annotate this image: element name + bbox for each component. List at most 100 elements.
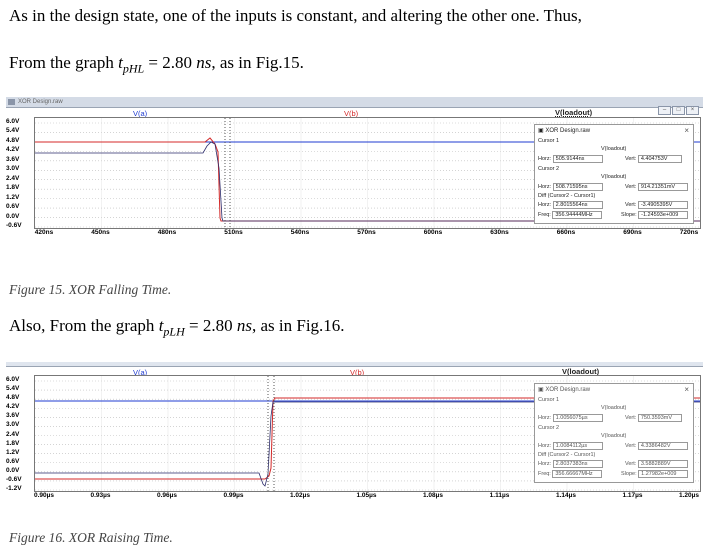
slope-label: Slope:	[621, 471, 637, 477]
y-tick-label: 1.2V	[6, 193, 20, 201]
diff-horz-value[interactable]: 2.8015564ns	[552, 201, 603, 209]
horz-label: Horz:	[538, 415, 552, 421]
x-tick-label: 660ns	[556, 229, 576, 236]
close-icon[interactable]: ×	[684, 385, 689, 394]
vert-label: Vert:	[625, 443, 637, 449]
figure-16-screenshot: V(a) V(b) V(loadout) 6.0V 5.4V 4.8V 4.2V 3.6…	[6, 362, 703, 505]
close-icon[interactable]: ×	[684, 126, 689, 135]
close-icon[interactable]: ×	[686, 106, 699, 115]
x-tick-label: 570ns	[357, 229, 376, 236]
x-tick-label: 510ns	[224, 229, 243, 236]
x-tick-label: 480ns	[157, 229, 177, 236]
y-tick-label: 1.2V	[6, 448, 20, 456]
cursor2-vert-value[interactable]: 4.3386482V	[637, 442, 688, 450]
vert-label: Vert:	[625, 202, 637, 208]
y-tick-label: -0.6V	[6, 475, 22, 483]
y-tick-label: 4.8V	[6, 394, 20, 402]
vert-label: Vert:	[625, 415, 637, 421]
math-sub: pLH	[163, 324, 185, 339]
x-tick-label: 690ns	[623, 229, 642, 236]
paragraph-intro: As in the design state, one of the input…	[9, 6, 582, 25]
horz-label: Horz:	[538, 156, 552, 162]
vert-label: Vert:	[625, 184, 637, 190]
cursor1-vert-value[interactable]: 750.3593mV	[637, 414, 682, 422]
freq-value[interactable]: 356.66667MHz	[552, 470, 603, 478]
x-tick-label: 720ns	[679, 229, 699, 236]
caption-figure-15: Figure 15. XOR Falling Time.	[9, 282, 172, 297]
trace-label-vloadout[interactable]: V(loadout)	[555, 108, 592, 117]
text-suffix: , as in Fig.15.	[211, 53, 304, 72]
cursor-panel-15: ▣ XOR Design.raw × Cursor 1 V(loadout) H…	[534, 124, 694, 224]
y-tick-label: 5.4V	[6, 385, 20, 393]
x-tick-label: 600ns	[423, 229, 443, 236]
y-tick-label: 5.4V	[6, 127, 20, 135]
x-tick-label: 1.20µs	[678, 492, 700, 499]
y-tick-label: 2.4V	[6, 430, 20, 438]
y-tick-label: 1.8V	[6, 184, 20, 192]
freq-value[interactable]: 356.94444MHz	[552, 211, 603, 219]
cursor1-vert-value[interactable]: 4.404753V	[637, 155, 682, 163]
slope-label: Slope:	[621, 212, 637, 218]
y-tick-label: -1.2V	[6, 485, 22, 492]
y-tick-label: 6.0V	[6, 118, 20, 125]
freq-label: Freq:	[538, 471, 551, 477]
cursor1-trace: V(loadout)	[601, 146, 627, 152]
slope-value[interactable]: 1.27982e+009	[638, 470, 689, 478]
maximize-icon[interactable]: □	[672, 106, 685, 115]
y-tick-label: 3.6V	[6, 412, 20, 420]
y-tick-label: 4.2V	[6, 146, 20, 154]
vert-label: Vert:	[625, 461, 637, 467]
y-tick-label: -0.6V	[6, 222, 22, 229]
horz-label: Horz:	[538, 202, 552, 208]
cursor1-trace: V(loadout)	[601, 405, 627, 411]
cursor2-label: Cursor 2	[538, 425, 560, 431]
y-tick-label: 0.0V	[6, 212, 20, 220]
x-tick-label: 450ns	[91, 229, 110, 236]
y-tick-label: 4.2V	[6, 403, 20, 411]
text-prefix: From the graph	[9, 53, 119, 72]
x-tick-label: 1.11µs	[489, 492, 510, 499]
y-tick-label: 4.8V	[6, 136, 20, 144]
x-tick-label: 0.96µs	[156, 492, 178, 499]
text-prefix: Also, From the graph	[9, 316, 159, 335]
slope-value[interactable]: -1.24593e+009	[638, 211, 689, 219]
diff-horz-value[interactable]: 2.8037383ns	[552, 460, 603, 468]
paragraph-tphl: From the graph tpHL = 2.80 ns, as in Fig…	[9, 53, 304, 76]
x-tick-label: 1.17µs	[622, 492, 643, 499]
diff-label: Diff (Cursor2 - Cursor1)	[538, 452, 596, 458]
cursor1-horz-value[interactable]: 505.9144ns	[552, 155, 603, 163]
cursor1-horz-value[interactable]: 1.0056075µs	[552, 414, 603, 422]
figure-15-screenshot: XOR Design.raw – □ × V(a) V(b) V(loadout) …	[6, 97, 703, 242]
y-tick-label: 1.8V	[6, 439, 20, 447]
cursor2-horz-value[interactable]: 508.71595ns	[552, 183, 603, 191]
x-tick-label: 540ns	[290, 229, 310, 236]
caption-figure-16: Figure 16. XOR Raising Time.	[9, 530, 173, 545]
cursor-panel-title: ▣ XOR Design.raw	[538, 387, 591, 393]
diff-label: Diff (Cursor2 - Cursor1)	[538, 193, 596, 199]
y-tick-label: 0.6V	[6, 203, 20, 211]
minimize-icon[interactable]: –	[658, 106, 671, 115]
vert-label: Vert:	[625, 156, 637, 162]
y-tick-label: 3.6V	[6, 155, 20, 163]
math-unit: ns	[236, 316, 252, 335]
horz-label: Horz:	[538, 443, 552, 449]
cursor2-vert-value[interactable]: 914.21351mV	[637, 183, 688, 191]
cursor2-label: Cursor 2	[538, 166, 560, 172]
x-tick-label: 1.02µs	[289, 492, 311, 499]
x-tick-label: 0.90µs	[33, 492, 55, 499]
y-tick-label: 3.0V	[6, 165, 20, 173]
horz-label: Horz:	[538, 184, 552, 190]
y-tick-label: 2.4V	[6, 174, 20, 182]
x-tick-label: 420ns	[34, 229, 54, 236]
diff-vert-value[interactable]: -3.4905395V	[637, 201, 688, 209]
freq-label: Freq:	[538, 212, 551, 218]
diff-vert-value[interactable]: 3.5882889V	[637, 460, 688, 468]
x-tick-label: 630ns	[490, 229, 509, 236]
math-sub: pHL	[122, 61, 145, 76]
y-tick-label: 0.0V	[6, 466, 20, 474]
text-suffix: , as in Fig.16.	[251, 316, 345, 335]
math-value: = 2.80	[184, 316, 237, 335]
cursor2-horz-value[interactable]: 1.0084112µs	[552, 442, 603, 450]
x-tick-label: 0.99µs	[223, 492, 244, 499]
y-tick-label: 0.6V	[6, 457, 20, 465]
